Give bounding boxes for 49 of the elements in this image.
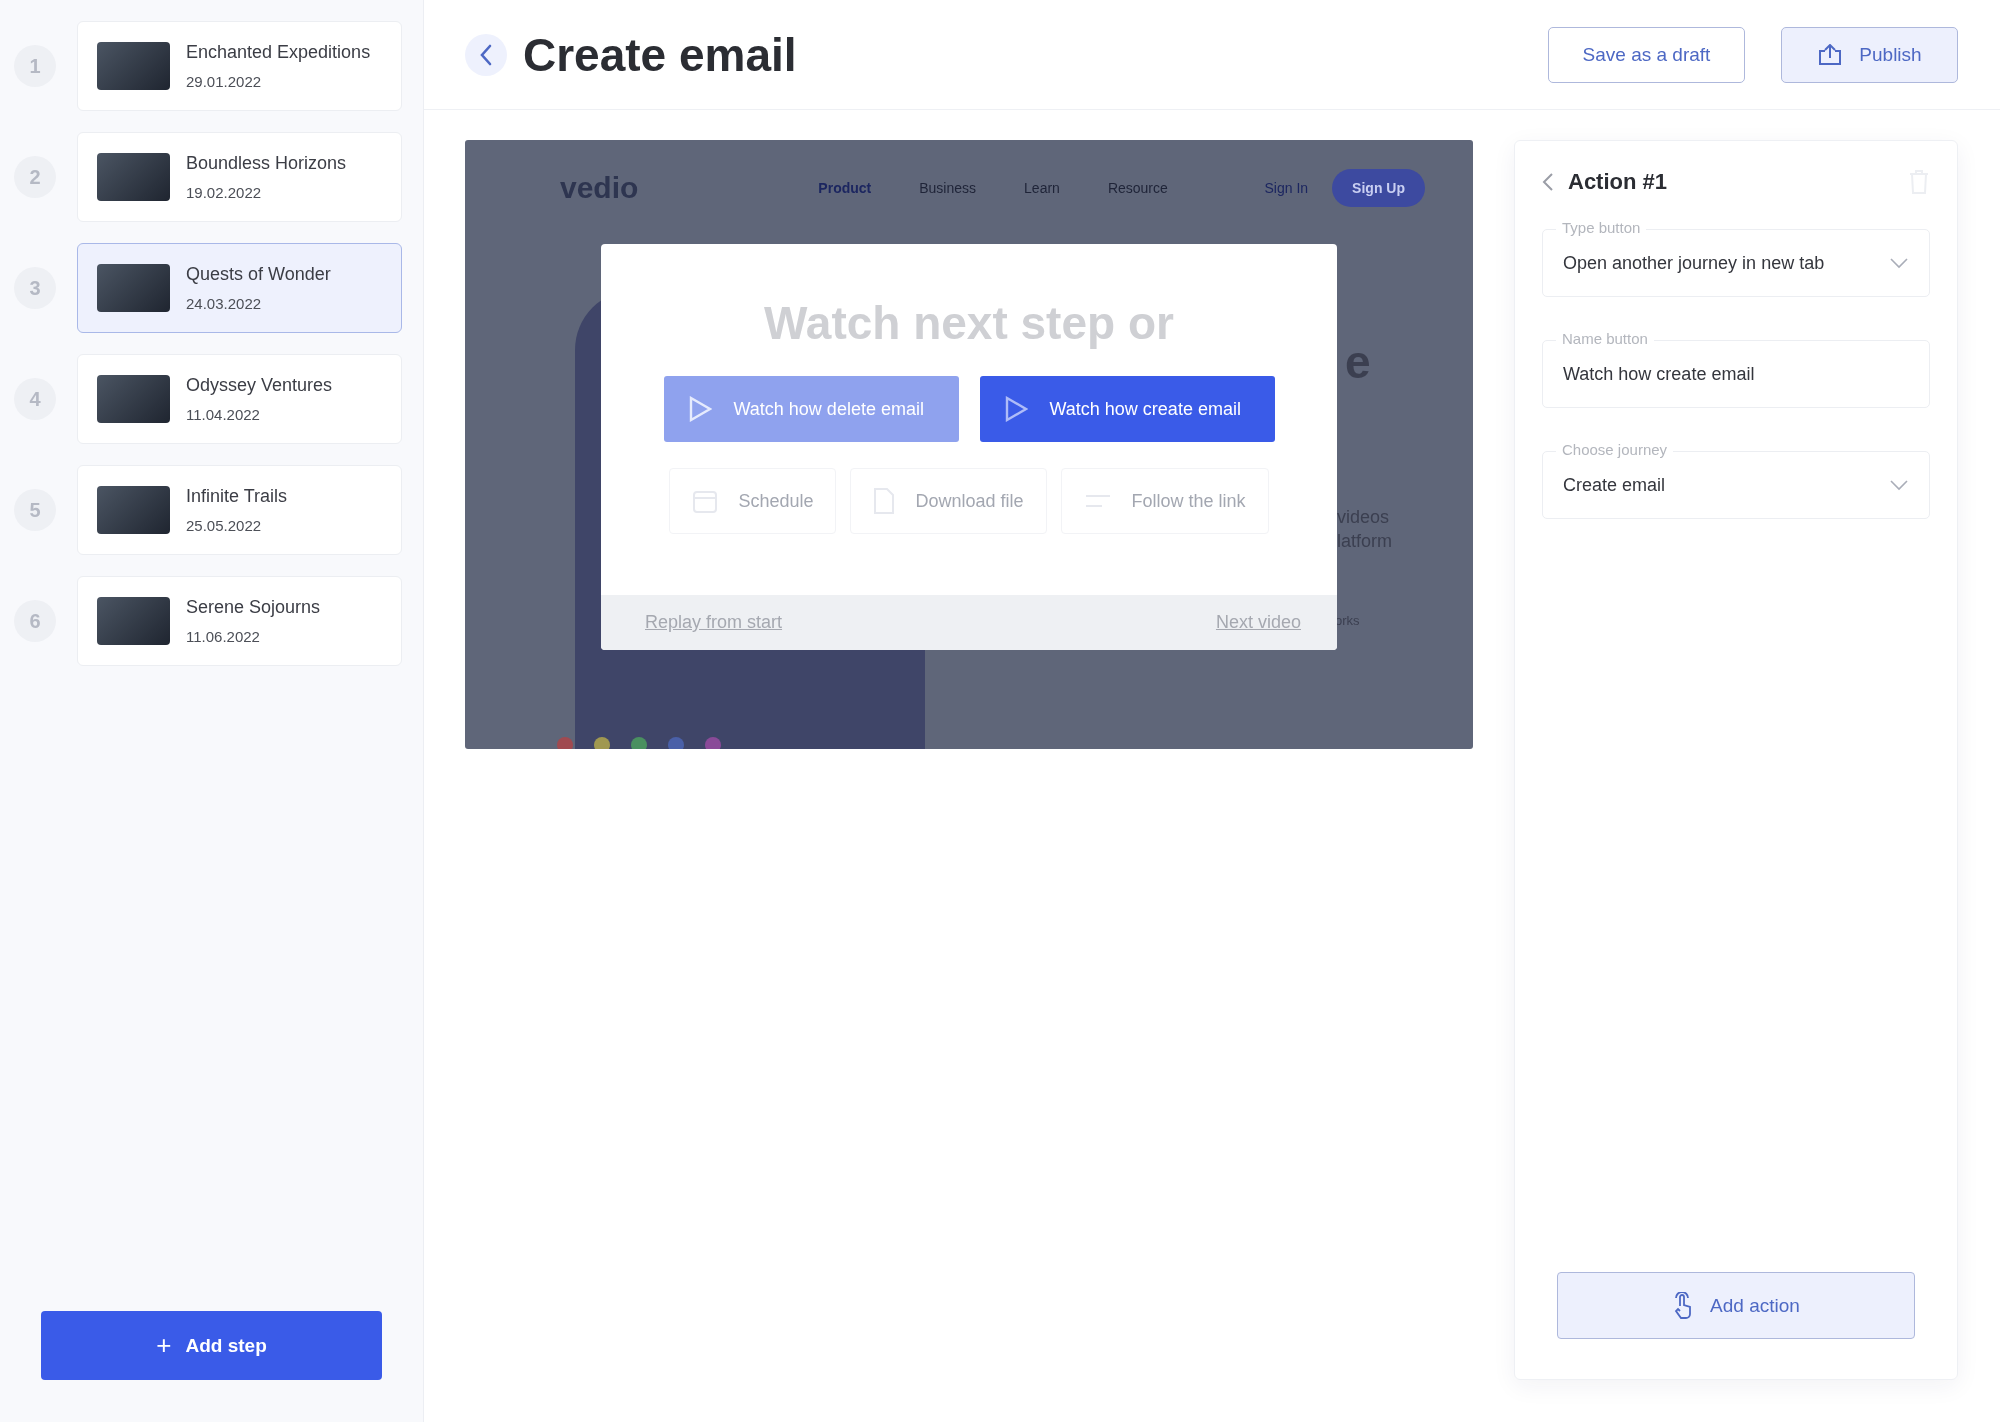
step-number: 2 [14,156,56,198]
step-date: 29.01.2022 [186,73,263,90]
step-card[interactable]: Quests of Wonder 24.03.2022 [77,243,402,333]
save-draft-button[interactable]: Save as a draft [1548,26,1745,83]
site-nav-link[interactable]: Learn [1024,180,1060,196]
play-icon [687,396,712,422]
field-label: Choose journey [1556,441,1674,458]
action-title: Action #1 [1568,169,1669,195]
chevron-left-icon [479,43,493,66]
step-date: 25.05.2022 [186,517,263,534]
sign-up-button[interactable]: Sign Up [1332,169,1425,207]
step-number: 1 [14,45,56,87]
step-card[interactable]: Serene Sojourns 11.06.2022 [77,576,402,666]
step-number: 6 [14,600,56,642]
field-label: Type button [1556,219,1647,236]
add-step-button[interactable]: + Add step [41,1311,382,1380]
step-title: Quests of Wonder [186,264,331,285]
site-nav-link[interactable]: Business [919,180,977,196]
step-card[interactable]: Boundless Horizons 19.02.2022 [77,132,402,222]
field-label: Name button [1556,330,1654,347]
step-title: Infinite Trails [186,486,288,507]
play-icon [1003,396,1028,422]
step-title: Odyssey Ventures [186,375,333,396]
back-icon[interactable] [1542,172,1554,192]
step-date: 19.02.2022 [186,184,263,201]
step-date: 24.03.2022 [186,295,263,312]
back-button[interactable] [465,33,507,76]
chevron-down-icon [1889,257,1909,269]
upload-icon [1817,43,1844,66]
step-number: 5 [14,489,56,531]
step-card[interactable]: Infinite Trails 25.05.2022 [77,465,402,555]
publish-button[interactable]: Publish [1781,26,1958,83]
step-number: 4 [14,378,56,420]
chevron-down-icon [1889,479,1909,491]
step-card[interactable]: Enchanted Expeditions 29.01.2022 [77,21,402,111]
step-title: Boundless Horizons [186,153,347,174]
lines-icon [1083,493,1112,509]
calendar-icon [692,488,719,514]
step-card[interactable]: Odyssey Ventures 11.04.2022 [77,354,402,444]
step-date: 11.06.2022 [186,628,261,645]
file-icon [873,487,896,515]
step-title: Serene Sojourns [186,597,321,618]
step-title: Enchanted Expeditions [186,42,371,63]
step-number: 3 [14,267,56,309]
watch-button[interactable]: Watch how create email [979,376,1275,442]
site-nav-link[interactable]: Resource [1107,180,1168,196]
step-date: 11.04.2022 [186,406,261,423]
add-action-button[interactable]: Add action [1557,1272,1915,1339]
page-title: Create email [523,27,798,82]
